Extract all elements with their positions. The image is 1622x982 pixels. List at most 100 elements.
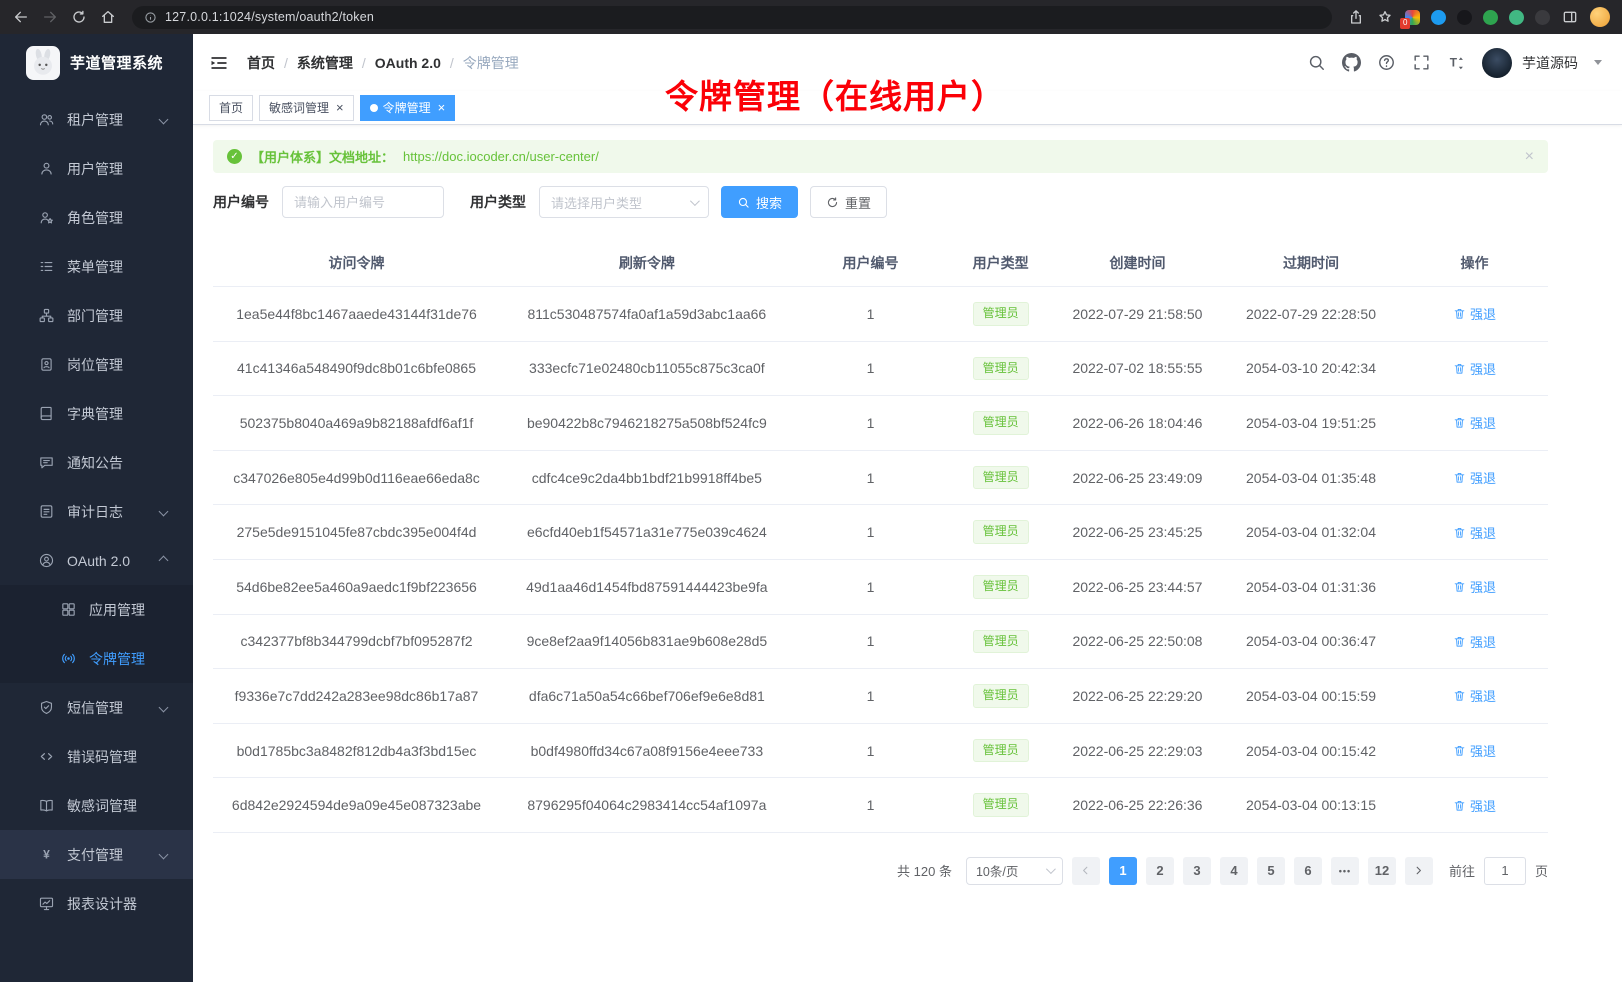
next-page-button[interactable]: [1405, 857, 1433, 885]
expire-time-cell: 2054-03-04 00:15:42: [1221, 723, 1401, 778]
site-info-icon[interactable]: [144, 11, 157, 24]
reset-button[interactable]: 重置: [810, 186, 887, 218]
split-view-icon[interactable]: [1561, 8, 1579, 26]
table-row: b0d1785bc3a8482f812db4a3f3bd15ec b0df498…: [213, 723, 1548, 778]
force-logout-label: 强退: [1470, 632, 1496, 651]
goto-unit: 页: [1535, 861, 1548, 880]
github-icon[interactable]: [1342, 53, 1361, 72]
sidebar-item-app[interactable]: 应用管理: [0, 585, 193, 634]
font-size-icon[interactable]: T: [1447, 53, 1466, 72]
bookmark-star-icon[interactable]: [1376, 8, 1394, 26]
delete-icon: [1453, 362, 1466, 375]
sidebar-item-notice[interactable]: 通知公告: [0, 438, 193, 487]
force-logout-button[interactable]: 强退: [1453, 523, 1496, 542]
user-type-cell: 管理员: [947, 723, 1054, 778]
force-logout-button[interactable]: 强退: [1453, 359, 1496, 378]
action-cell: 强退: [1401, 287, 1548, 342]
extension-icon-2[interactable]: [1431, 10, 1446, 25]
collapse-sidebar-icon[interactable]: [209, 53, 229, 73]
sidebar-item-label: 应用管理: [89, 600, 145, 620]
extension-icon-4[interactable]: [1483, 10, 1498, 25]
prev-page-button[interactable]: [1072, 857, 1100, 885]
alert-link[interactable]: https://doc.iocoder.cn/user-center/: [403, 149, 599, 164]
sidebar-item-label: 岗位管理: [67, 355, 123, 375]
search-button[interactable]: 搜索: [721, 186, 798, 218]
force-logout-button[interactable]: 强退: [1453, 686, 1496, 705]
home-button[interactable]: [99, 8, 117, 26]
view-tab-1[interactable]: 首页: [209, 95, 253, 121]
sidebar-item-log[interactable]: 审计日志: [0, 487, 193, 536]
user-name[interactable]: 芋道源码: [1522, 53, 1578, 73]
sidebar-item-dict[interactable]: 字典管理: [0, 389, 193, 438]
goto-page-input[interactable]: [1484, 857, 1526, 885]
alert-close-icon[interactable]: ×: [1525, 149, 1534, 165]
sidebar-item-label: 用户管理: [67, 159, 123, 179]
sidebar-item-dept[interactable]: 部门管理: [0, 291, 193, 340]
breadcrumb-item[interactable]: OAuth 2.0: [375, 55, 441, 71]
sidebar-item-post[interactable]: 岗位管理: [0, 340, 193, 389]
force-logout-button[interactable]: 强退: [1453, 741, 1496, 760]
reset-button-label: 重置: [845, 193, 871, 212]
extension-icon-1[interactable]: 0: [1405, 10, 1420, 25]
sidebar-item-menu[interactable]: 菜单管理: [0, 242, 193, 291]
sidebar-item-pay[interactable]: 支付管理: [0, 830, 193, 879]
extension-icon-5[interactable]: [1509, 10, 1524, 25]
extension-icon-6[interactable]: [1535, 10, 1550, 25]
app-title: 芋道管理系统: [70, 52, 163, 73]
force-logout-button[interactable]: 强退: [1453, 468, 1496, 487]
page-button-1[interactable]: 1: [1109, 857, 1137, 885]
address-bar[interactable]: 127.0.0.1:1024/system/oauth2/token: [132, 6, 1332, 29]
page-button-12[interactable]: 12: [1368, 857, 1396, 885]
sidebar-item-token[interactable]: 令牌管理: [0, 634, 193, 683]
user-id-input[interactable]: [282, 186, 444, 218]
share-icon[interactable]: [1347, 8, 1365, 26]
column-header: 创建时间: [1054, 240, 1221, 287]
help-icon[interactable]: [1377, 53, 1396, 72]
breadcrumb-item[interactable]: 首页: [247, 53, 275, 73]
user-type-cell: 管理员: [947, 450, 1054, 505]
user-type-cell: 管理员: [947, 614, 1054, 669]
force-logout-button[interactable]: 强退: [1453, 413, 1496, 432]
search-icon[interactable]: [1307, 53, 1326, 72]
forward-button[interactable]: [41, 8, 59, 26]
sidebar-item-sms[interactable]: 短信管理: [0, 683, 193, 732]
page-button-6[interactable]: 6: [1294, 857, 1322, 885]
access-token-cell: 1ea5e44f8bc1467aaede43144f31de76: [213, 287, 500, 342]
sidebar-item-errcode[interactable]: 错误码管理: [0, 732, 193, 781]
user-menu-caret-icon[interactable]: [1594, 60, 1602, 65]
force-logout-button[interactable]: 强退: [1453, 632, 1496, 651]
page-button-4[interactable]: 4: [1220, 857, 1248, 885]
created-time-cell: 2022-06-25 23:49:09: [1054, 450, 1221, 505]
close-icon[interactable]: ×: [438, 101, 446, 114]
user-avatar[interactable]: [1482, 48, 1512, 78]
sidebar-item-sensitive[interactable]: 敏感词管理: [0, 781, 193, 830]
page-size-select[interactable]: 10条/页: [966, 857, 1063, 885]
page-button-3[interactable]: 3: [1183, 857, 1211, 885]
sidebar-item-tenant[interactable]: 租户管理: [0, 95, 193, 144]
page-ellipsis[interactable]: •••: [1331, 857, 1359, 885]
close-icon[interactable]: ×: [336, 101, 344, 114]
view-tab-2[interactable]: 敏感词管理 ×: [259, 95, 354, 121]
view-tab-3[interactable]: 令牌管理 ×: [360, 95, 456, 121]
user-type-select[interactable]: 请选择用户类型: [539, 186, 709, 218]
created-time-cell: 2022-06-25 23:45:25: [1054, 505, 1221, 560]
app-logo[interactable]: 芋道管理系统: [0, 34, 193, 91]
reload-button[interactable]: [70, 8, 88, 26]
sidebar-item-oauth[interactable]: OAuth 2.0: [0, 536, 193, 585]
browser-profile-avatar[interactable]: [1590, 7, 1610, 27]
force-logout-button[interactable]: 强退: [1453, 304, 1496, 323]
page-button-5[interactable]: 5: [1257, 857, 1285, 885]
chevron-icon: [159, 115, 169, 125]
sidebar-item-role[interactable]: 角色管理: [0, 193, 193, 242]
extension-icon-3[interactable]: [1457, 10, 1472, 25]
force-logout-button[interactable]: 强退: [1453, 796, 1496, 815]
fullscreen-icon[interactable]: [1412, 53, 1431, 72]
force-logout-button[interactable]: 强退: [1453, 577, 1496, 596]
breadcrumb-item[interactable]: 系统管理: [297, 53, 353, 73]
back-button[interactable]: [12, 8, 30, 26]
sidebar-item-report[interactable]: 报表设计器: [0, 879, 193, 928]
page-button-2[interactable]: 2: [1146, 857, 1174, 885]
sidebar-item-user[interactable]: 用户管理: [0, 144, 193, 193]
menu-icon: [38, 552, 55, 569]
refresh-token-cell: 49d1aa46d1454fbd87591444423be9fa: [500, 559, 794, 614]
